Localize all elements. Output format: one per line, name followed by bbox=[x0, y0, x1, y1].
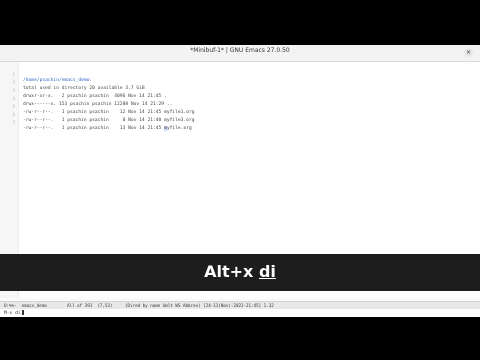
line-text: drwx------x. 153 psachin psachin 12288 N… bbox=[23, 102, 173, 107]
line-text: -rw-r--r--. 1 psachin psachin 12 Nov 14 … bbox=[23, 110, 195, 115]
minibuffer-cursor bbox=[21, 310, 24, 315]
window-title: *Minibuf-1* | GNU Emacs 27.0.50 bbox=[190, 47, 290, 54]
line-number: 7 bbox=[12, 120, 15, 125]
caption-key: di bbox=[258, 262, 276, 281]
minibuffer-text[interactable]: M-x di bbox=[4, 310, 24, 317]
caption-prefix: Alt+x bbox=[204, 262, 259, 281]
line-text-after: yfile.org bbox=[166, 126, 192, 131]
keystroke-caption: Alt+x di bbox=[0, 262, 480, 281]
buffer-line[interactable]: 2 total used in directory 20 available 3… bbox=[0, 74, 144, 91]
close-icon[interactable]: × bbox=[464, 48, 473, 57]
buffer-line[interactable]: 3 drwxr-xr-x. 2 psachin psachin 4096 Nov… bbox=[0, 82, 166, 99]
title-bar: *Minibuf-1* | GNU Emacs 27.0.50 × bbox=[0, 45, 480, 62]
buffer-line[interactable]: 7 -rw-r--r--. 1 psachin psachin 13 Nov 1… bbox=[0, 114, 192, 131]
buffer-line[interactable]: 6 -rw-r--r--. 1 psachin psachin 0 Nov 14… bbox=[0, 106, 194, 123]
minibuffer-input: M-x di bbox=[4, 311, 21, 316]
buffer-line[interactable]: 4 drwx------x. 153 psachin psachin 12288… bbox=[0, 90, 172, 107]
mode-line-text: U:%%- emacs_demo All of 391 (7,53) (Dire… bbox=[4, 303, 274, 308]
buffer-line[interactable]: 5 -rw-r--r--. 1 psachin psachin 12 Nov 1… bbox=[0, 98, 194, 115]
line-text-before: -rw-r--r--. 1 psachin psachin 13 Nov 14 … bbox=[23, 126, 165, 131]
caption-band: Alt+x di bbox=[0, 254, 480, 291]
buffer-line[interactable]: 1 /home/psachin/emacs_demo: bbox=[0, 66, 92, 83]
video-frame: *Minibuf-1* | GNU Emacs 27.0.50 × 1 /hom… bbox=[0, 0, 480, 360]
minibuffer[interactable]: M-x di bbox=[0, 309, 480, 317]
line-text: drwxr-xr-x. 2 psachin psachin 4096 Nov 1… bbox=[23, 94, 167, 99]
line-text: -rw-r--r--. 1 psachin psachin 13 Nov 14 … bbox=[23, 126, 192, 132]
line-text: -rw-r--r--. 1 psachin psachin 0 Nov 14 2… bbox=[23, 118, 195, 123]
line-text: total used in directory 20 available 3.7… bbox=[23, 86, 145, 91]
directory-header: /home/psachin/emacs_demo: bbox=[23, 78, 93, 83]
